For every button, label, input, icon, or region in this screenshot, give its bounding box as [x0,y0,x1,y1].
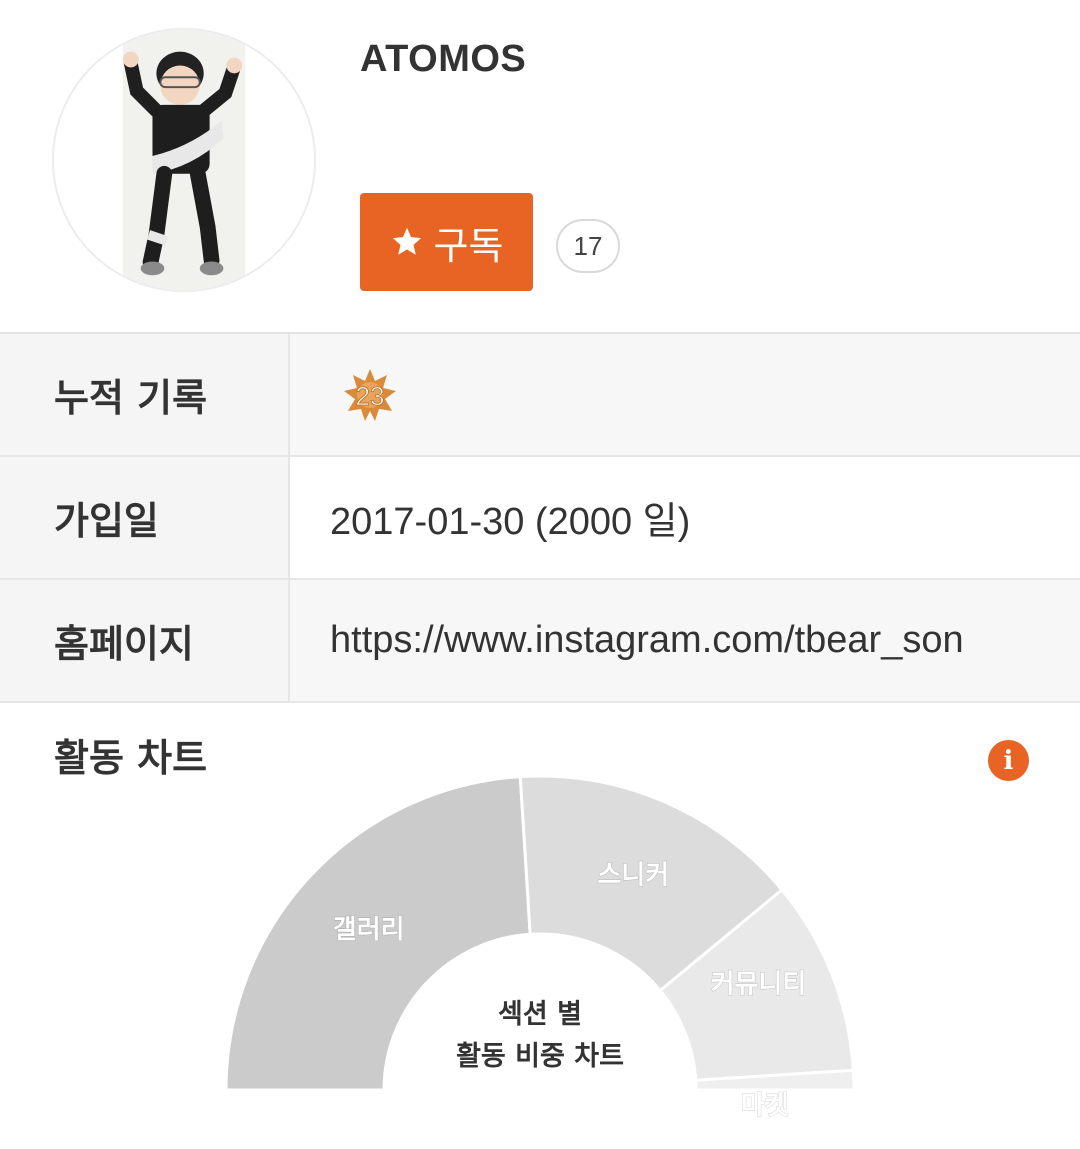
center-label-line2: 활동 비중 차트 [456,1041,624,1072]
info-row-joined: 가입일 2017-01-30 (2000 일) [0,457,1080,580]
subscriber-count: 17 [556,219,620,273]
center-label-line1: 섹션 별 [498,999,582,1030]
record-label: 누적 기록 [0,334,290,455]
info-row-record: 누적 기록 23 [0,334,1080,457]
star-icon [392,227,421,255]
chart-slice-label-3: 커뮤니티 [711,969,807,999]
joined-label: 가입일 [0,457,290,578]
activity-chart-section: 활동 차트 i 갤러리 스니커 커뮤니티 마켓 섹션 별 활동 비중 차트 [0,705,1080,1149]
homepage-label: 홈페이지 [0,580,290,701]
subscribe-button[interactable]: 구독 [360,193,533,291]
profile-info-table: 누적 기록 23 가입일 2017-01-30 (2000 일) 홈페이지 ht… [0,332,1080,703]
sun-badge-icon: 23 [344,368,396,421]
chart-slice-label-4: 마켓 [741,1091,789,1121]
avatar-illustration [54,30,314,290]
username: ATOMOS [360,38,527,80]
info-row-homepage: 홈페이지 https://www.instagram.com/tbear_son [0,580,1080,703]
joined-value: 2017-01-30 (2000 일) [290,457,1080,578]
subscribe-label: 구독 [433,223,504,268]
activity-donut-chart: 갤러리 스니커커뮤니티마켓 섹션 별 활동 비중 차트 [224,774,856,1121]
avatar[interactable] [52,28,316,292]
record-badge[interactable]: 23 [342,367,398,423]
chart-slice-label-1: 갤러리 [333,915,405,945]
homepage-link[interactable]: https://www.instagram.com/tbear_son [290,580,1080,701]
chart-slice-label-2: 스니커 [597,860,669,890]
badge-number: 23 [356,381,385,411]
profile-header: ATOMOS 구독 17 [0,0,1080,332]
record-value: 23 [290,334,1080,455]
